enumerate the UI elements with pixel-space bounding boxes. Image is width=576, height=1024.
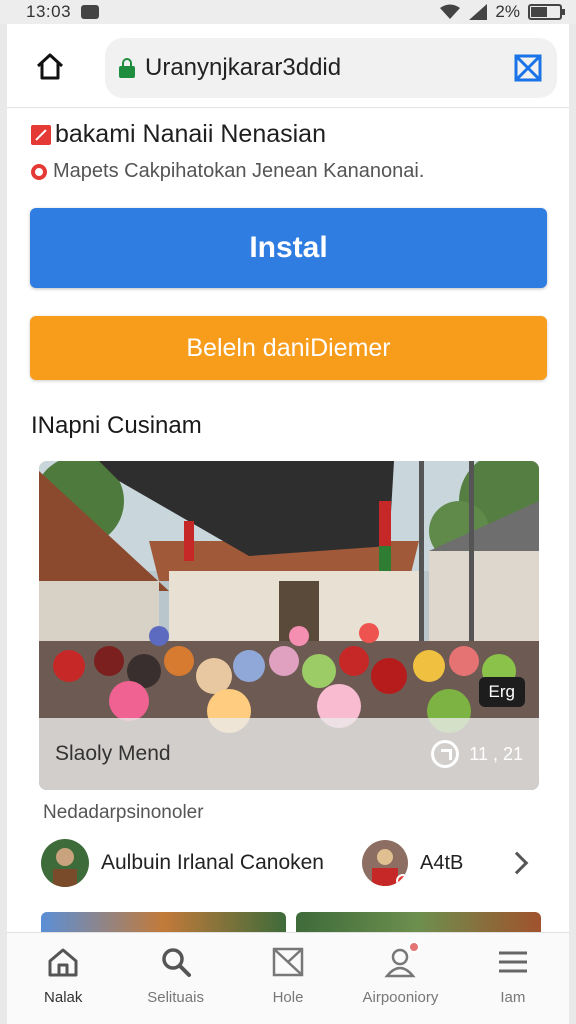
- status-bar: 13:03 2%: [0, 0, 576, 24]
- profile-badge: [408, 941, 421, 953]
- home-icon: [36, 53, 64, 80]
- recommended-author-row[interactable]: Aulbuin Irlanal Canoken A4tB: [41, 838, 541, 888]
- thumbnail-1[interactable]: [41, 912, 286, 932]
- nav-label-search: Selituais: [147, 989, 204, 1006]
- nav-item-search[interactable]: Selituais: [119, 933, 231, 1024]
- nav-label-menu: Iam: [500, 989, 526, 1006]
- lock-icon: [119, 58, 135, 78]
- battery-icon: [528, 4, 565, 20]
- signal-icon: [469, 4, 488, 20]
- browser-toolbar: Uranynjkarar3ddid: [7, 24, 569, 108]
- nav-label-profile: Airpooniory: [362, 989, 439, 1006]
- recommended-label: Nedadarpsinonoler: [43, 802, 204, 823]
- section-title: INapni Cusinam: [31, 412, 202, 439]
- nav-item-home[interactable]: Nalak: [7, 933, 119, 1024]
- nav-label-home: Nalak: [44, 989, 83, 1006]
- tab-switcher-icon[interactable]: [513, 53, 543, 83]
- author-handle[interactable]: A4tB: [420, 852, 463, 875]
- install-button[interactable]: Instal: [30, 208, 547, 288]
- media-card[interactable]: Erg Slaoly Mend 11 , 21: [39, 461, 539, 790]
- media-caption: Slaoly Mend: [55, 742, 171, 765]
- author-avatar[interactable]: [41, 839, 89, 887]
- thumbnail-2[interactable]: [296, 912, 541, 932]
- browser-screen: Uranynjkarar3ddid bakami Nanaii Nenasian…: [7, 24, 569, 1024]
- wifi-icon: [440, 4, 461, 19]
- ad-info-icon: [31, 163, 47, 180]
- secondary-avatar[interactable]: [361, 840, 408, 886]
- media-badge: Erg: [478, 677, 525, 707]
- ad-badge-icon: [31, 124, 51, 145]
- menu-icon: [498, 951, 527, 973]
- ad-title-row: bakami Nanaii Nenasian: [31, 120, 326, 149]
- mail-icon: [272, 947, 304, 977]
- notification-dot: [395, 874, 408, 886]
- media-time: 11 , 21: [469, 743, 523, 764]
- battery-percent: 2%: [495, 2, 520, 21]
- clock-icon: [431, 740, 460, 768]
- nav-item-menu[interactable]: Iam: [457, 933, 569, 1024]
- media-caption-bar: Slaoly Mend 11 , 21: [39, 718, 539, 790]
- ad-subtitle-row: Mapets Cakpihatokan Jenean Kananonai.: [31, 160, 424, 183]
- ad-subtitle: Mapets Cakpihatokan Jenean Kananonai.: [53, 160, 425, 182]
- nav-label-mail: Hole: [272, 989, 304, 1006]
- home-icon: [48, 948, 78, 977]
- address-bar[interactable]: Uranynjkarar3ddid: [105, 38, 557, 98]
- ad-title: bakami Nanaii Nenasian: [55, 120, 326, 148]
- bottom-nav: Nalak Selituais Hole Airpooniory Iam: [7, 932, 569, 1024]
- nav-item-mail[interactable]: Hole: [232, 933, 344, 1024]
- url-text: Uranynjkarar3ddid: [145, 54, 342, 81]
- secondary-action-button[interactable]: Beleln daniDiemer: [30, 316, 547, 380]
- nav-item-profile[interactable]: Airpooniory: [344, 933, 456, 1024]
- message-notification-icon: [81, 5, 100, 19]
- author-name[interactable]: Aulbuin Irlanal Canoken: [101, 851, 324, 875]
- author-avatar-image: [41, 839, 89, 887]
- status-time: 13:03: [26, 2, 72, 21]
- thumbnail-strip: [41, 912, 541, 932]
- chevron-right-icon[interactable]: [505, 851, 529, 875]
- search-icon: [161, 948, 191, 977]
- home-button[interactable]: [33, 50, 67, 84]
